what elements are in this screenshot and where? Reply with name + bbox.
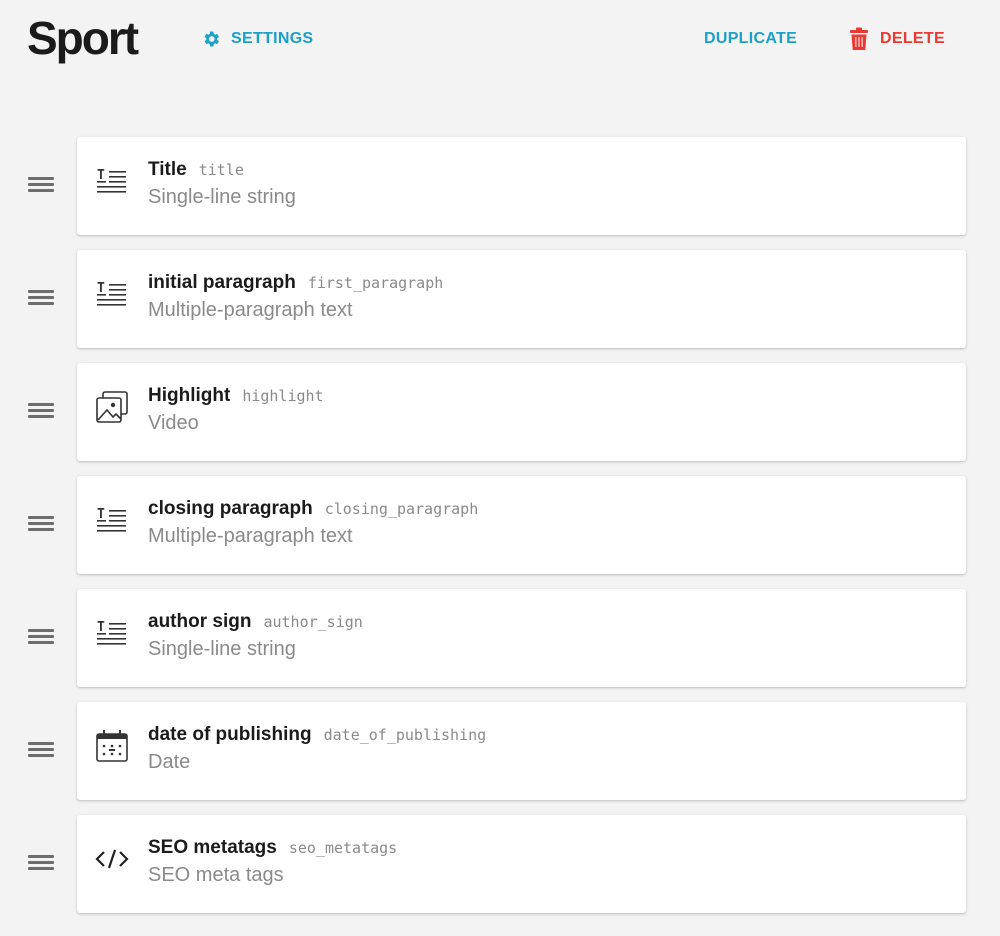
field-row: Highlight highlight Video [0,363,1000,461]
field-type: Date [148,751,191,773]
text-field-icon: T [95,503,129,537]
field-name: Title [148,159,187,180]
page-header: Sport SETTINGS DUPLICATE DELETE [0,0,1000,80]
field-card[interactable]: T author sign author_sign Single-line st… [77,589,966,687]
field-card[interactable]: T Title title Single-line string [77,137,966,235]
drag-handle-icon[interactable] [28,290,54,308]
svg-text:T: T [97,281,105,296]
field-name: closing paragraph [148,498,313,519]
svg-text:T: T [97,507,105,522]
field-api-key: first_paragraph [307,274,444,292]
field-card[interactable]: T closing paragraph closing_paragraph Mu… [77,476,966,574]
field-name: author sign [148,611,252,632]
drag-handle-icon[interactable] [28,177,54,195]
field-row: T initial paragraph first_paragraph Mult… [0,250,1000,348]
trash-icon [848,27,870,51]
delete-button[interactable]: DELETE [848,27,945,51]
calendar-icon [95,729,129,763]
field-type: Multiple-paragraph text [148,525,353,547]
drag-handle-icon[interactable] [28,516,54,534]
field-name: date of publishing [148,724,312,745]
field-row: SEO metatags seo_metatags SEO meta tags [0,815,1000,913]
field-card[interactable]: T initial paragraph first_paragraph Mult… [77,250,966,348]
text-field-icon: T [95,616,129,650]
field-list: T Title title Single-line string T initi… [0,137,1000,928]
field-name: SEO metatags [148,837,277,858]
svg-text:T: T [97,168,105,183]
field-row: T closing paragraph closing_paragraph Mu… [0,476,1000,574]
field-type: Video [148,412,199,434]
text-field-icon: T [95,277,129,311]
text-field-icon: T [95,164,129,198]
field-api-key: author_sign [263,613,363,631]
field-api-key: highlight [242,387,324,405]
field-api-key: seo_metatags [288,839,398,857]
delete-label: DELETE [880,30,945,47]
field-type: SEO meta tags [148,864,284,886]
duplicate-label: DUPLICATE [704,30,798,47]
field-api-key: date_of_publishing [323,726,487,744]
field-row: T Title title Single-line string [0,137,1000,235]
drag-handle-icon[interactable] [28,629,54,647]
field-name: Highlight [148,385,231,406]
field-api-key: closing_paragraph [324,500,479,518]
field-row: T author sign author_sign Single-line st… [0,589,1000,687]
field-type: Single-line string [148,186,296,208]
field-card[interactable]: date of publishing date_of_publishing Da… [77,702,966,800]
field-api-key: title [198,161,244,179]
drag-handle-icon[interactable] [28,855,54,873]
field-type: Multiple-paragraph text [148,299,353,321]
page-title: Sport [27,12,139,64]
svg-text:T: T [97,620,105,635]
duplicate-button[interactable]: DUPLICATE [704,27,797,51]
drag-handle-icon[interactable] [28,403,54,421]
settings-button[interactable]: SETTINGS [201,27,313,51]
field-row: date of publishing date_of_publishing Da… [0,702,1000,800]
gear-icon [201,29,221,49]
drag-handle-icon[interactable] [28,742,54,760]
field-card[interactable]: Highlight highlight Video [77,363,966,461]
field-card[interactable]: SEO metatags seo_metatags SEO meta tags [77,815,966,913]
code-icon [95,842,129,876]
field-type: Single-line string [148,638,296,660]
image-gallery-icon [95,390,129,424]
field-name: initial paragraph [148,272,296,293]
settings-label: SETTINGS [231,30,314,47]
